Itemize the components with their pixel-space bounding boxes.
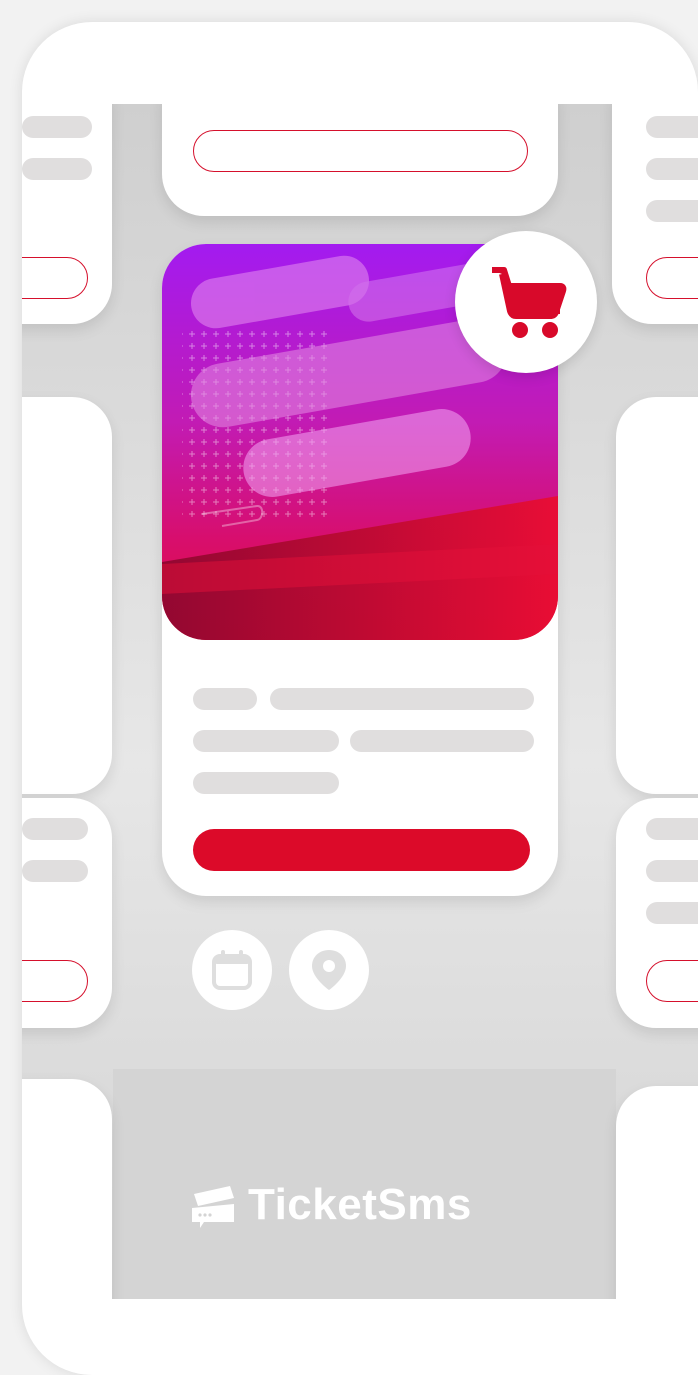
side-card-outline-button[interactable] [646, 257, 698, 299]
shopping-cart-icon [492, 267, 567, 338]
side-card-outline-button[interactable] [646, 960, 698, 1002]
placeholder-line [646, 818, 698, 840]
side-card-outline-button[interactable] [22, 960, 88, 1002]
placeholder-line [646, 116, 698, 138]
placeholder-line [646, 902, 698, 924]
side-card-left-lower[interactable] [22, 798, 112, 1028]
placeholder-line [350, 730, 534, 752]
placeholder-line [646, 158, 698, 180]
side-card-outline-button[interactable] [22, 257, 88, 299]
brand-logo: TicketSms [190, 1175, 472, 1235]
placeholder-line [22, 116, 92, 138]
placeholder-line [22, 158, 92, 180]
ticket-logo-icon [192, 1186, 234, 1228]
placeholder-line [22, 818, 88, 840]
brand-name: TicketSms [248, 1180, 472, 1229]
calendar-icon [212, 950, 252, 990]
search-field[interactable] [193, 130, 528, 172]
placeholder-line [270, 688, 534, 710]
calendar-button[interactable] [192, 930, 272, 1010]
phone-frame: TicketSms [22, 22, 698, 1375]
placeholder-line [646, 200, 698, 222]
side-card-right-bottom[interactable] [616, 1086, 698, 1299]
side-card-right-middle[interactable] [616, 397, 698, 794]
placeholder-line [646, 860, 698, 882]
placeholder-line [193, 688, 257, 710]
placeholder-line [193, 772, 339, 794]
placeholder-line [193, 730, 339, 752]
location-pin-icon [312, 950, 346, 990]
top-search-card [162, 104, 558, 216]
placeholder-line [22, 860, 88, 882]
side-card-left-top[interactable] [22, 104, 112, 324]
side-card-right-lower[interactable] [616, 798, 698, 1028]
location-button[interactable] [289, 930, 369, 1010]
buy-ticket-button[interactable] [193, 829, 530, 871]
side-card-left-middle[interactable] [22, 397, 112, 794]
add-to-cart-button[interactable] [455, 231, 597, 373]
side-card-right-top[interactable] [612, 104, 698, 324]
side-card-left-bottom[interactable] [22, 1079, 112, 1299]
